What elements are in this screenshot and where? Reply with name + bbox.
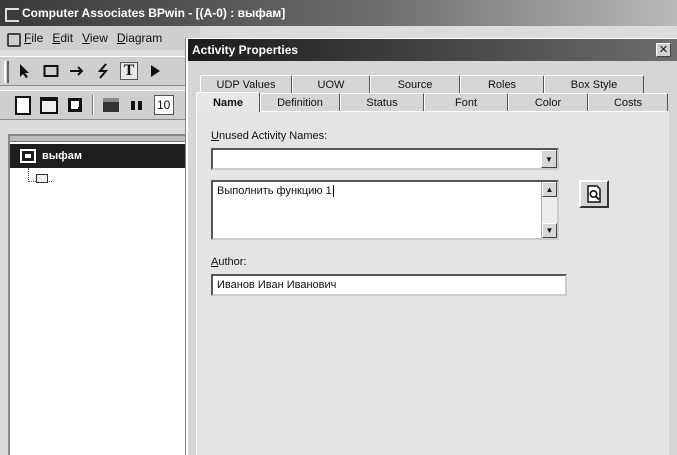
magnifier-document-icon	[587, 185, 601, 203]
triangle-icon[interactable]	[146, 62, 164, 80]
tree-root-label: выфам	[42, 150, 83, 162]
main-title-bar[interactable]: Computer Associates BPwin - [(A-0) : выф…	[0, 0, 677, 26]
pointer-icon[interactable]	[16, 62, 34, 80]
chevron-down-icon[interactable]: ▼	[541, 150, 557, 168]
main-window-title: Computer Associates BPwin - [(A-0) : выф…	[22, 6, 286, 20]
unused-names-label: Unused Activity Names:	[211, 130, 328, 142]
bar-chart-icon[interactable]	[128, 96, 146, 114]
menu-edit[interactable]: Edit	[52, 31, 73, 45]
save-icon[interactable]	[66, 96, 84, 114]
tab-box-style[interactable]: Box Style	[544, 75, 644, 93]
tree-child-icon[interactable]	[36, 174, 48, 183]
activity-properties-dialog: Activity Properties ✕ UDP Values UOW Sou…	[186, 38, 677, 455]
tab-definition[interactable]: Definition	[260, 93, 340, 111]
tab-source[interactable]: Source	[370, 75, 460, 93]
box-icon[interactable]	[42, 62, 60, 80]
dialog-title-bar[interactable]: Activity Properties ✕	[188, 39, 677, 61]
menu-diagram[interactable]: Diagram	[117, 31, 162, 45]
dialog-title: Activity Properties	[192, 43, 299, 57]
author-label: Author:	[211, 256, 247, 268]
tab-font[interactable]: Font	[424, 93, 508, 111]
tab-uow[interactable]: UOW	[292, 75, 370, 93]
zoom-combo[interactable]: 10	[154, 95, 174, 115]
close-icon[interactable]: ✕	[656, 43, 671, 57]
menu-view[interactable]: View	[82, 31, 108, 45]
model-explorer: выфам	[8, 134, 192, 455]
tab-row-front: Name Definition Status Font Color Costs	[196, 92, 668, 112]
squiggle-icon[interactable]	[94, 62, 112, 80]
activity-name-text: Выполнить функцию 1	[217, 185, 332, 197]
tab-costs[interactable]: Costs	[588, 93, 668, 111]
tab-roles[interactable]: Roles	[460, 75, 544, 93]
scroll-down-icon[interactable]: ▼	[542, 223, 557, 238]
unused-names-combo[interactable]: ▼	[211, 148, 559, 170]
textarea-scrollbar[interactable]: ▲ ▼	[541, 182, 557, 238]
menu-bar: File Edit View Diagram	[0, 26, 200, 50]
app-icon	[4, 6, 19, 22]
bpwin-app: Computer Associates BPwin - [(A-0) : выф…	[0, 0, 677, 455]
explorer-header	[10, 136, 190, 142]
tab-color[interactable]: Color	[508, 93, 588, 111]
tab-status[interactable]: Status	[340, 93, 424, 111]
standard-toolbar: 10	[0, 90, 195, 120]
tab-udp-values[interactable]: UDP Values	[200, 75, 292, 93]
drawing-toolbar: T	[0, 56, 195, 86]
document-control-icon[interactable]	[4, 30, 21, 47]
browse-button[interactable]	[579, 180, 609, 208]
tab-row-back: UDP Values UOW Source Roles Box Style	[200, 75, 644, 93]
arrow-icon[interactable]	[68, 62, 86, 80]
tab-name[interactable]: Name	[196, 92, 260, 112]
activity-tree-icon	[20, 149, 36, 163]
new-document-icon[interactable]	[14, 96, 32, 114]
toolbar-grip[interactable]	[4, 61, 9, 83]
toolbar-separator	[92, 95, 94, 115]
tree-root-node[interactable]: выфам	[10, 144, 192, 168]
menu-file[interactable]: File	[24, 31, 43, 45]
text-caret	[332, 185, 334, 198]
activity-name-textarea[interactable]: Выполнить функцию 1 ▲ ▼	[211, 180, 559, 240]
open-folder-icon[interactable]	[40, 96, 58, 114]
scroll-up-icon[interactable]: ▲	[542, 182, 557, 197]
print-icon[interactable]	[102, 96, 120, 114]
name-tab-panel: Unused Activity Names: ▼ Выполнить функц…	[196, 111, 669, 455]
text-tool-button[interactable]: T	[120, 62, 138, 80]
author-field[interactable]: Иванов Иван Иванович	[211, 274, 567, 296]
